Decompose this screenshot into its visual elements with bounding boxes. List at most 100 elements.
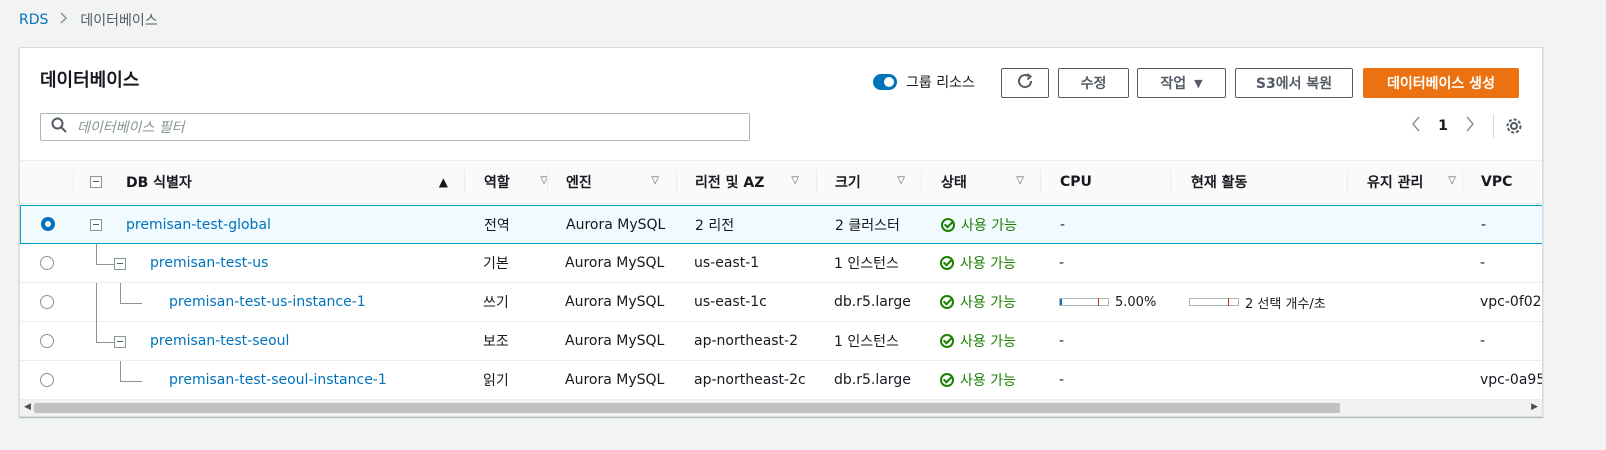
col-status-label: 상태 bbox=[941, 175, 967, 191]
sort-icon[interactable]: ▽ bbox=[1016, 175, 1024, 186]
col-maintenance-label: 유지 관리 bbox=[1367, 175, 1424, 191]
scroll-left-icon[interactable]: ◀ bbox=[24, 402, 31, 412]
breadcrumb-rds-link[interactable]: RDS bbox=[19, 12, 48, 28]
collapse-all-icon[interactable] bbox=[90, 176, 102, 188]
cpu-cell: 5.00% bbox=[1059, 283, 1156, 321]
tree-connector bbox=[120, 381, 142, 382]
status-cell: 사용 가능 bbox=[940, 244, 1016, 282]
col-role[interactable]: 역할 ▽ bbox=[484, 161, 566, 203]
tree-connector bbox=[96, 322, 97, 342]
tree-connector bbox=[96, 264, 114, 265]
activity-value: 2 선택 개수/초 bbox=[1245, 296, 1326, 312]
engine-cell: Aurora MySQL bbox=[565, 372, 665, 388]
table-row[interactable]: premisan-test-seoul 보조 Aurora MySQL ap-n… bbox=[20, 322, 1542, 361]
db-identifier-link[interactable]: premisan-test-seoul-instance-1 bbox=[169, 361, 387, 399]
db-identifier-link[interactable]: premisan-test-global bbox=[126, 206, 271, 244]
create-database-button[interactable]: 데이터베이스 생성 bbox=[1363, 68, 1519, 98]
vpc-cell: - bbox=[1481, 217, 1487, 233]
col-activity[interactable]: 현재 활동 bbox=[1191, 161, 1346, 203]
activity-cell: 2 선택 개수/초 bbox=[1189, 283, 1326, 321]
caret-down-icon: ▼ bbox=[1194, 76, 1203, 90]
sort-icon[interactable]: ▽ bbox=[651, 175, 659, 186]
scrollbar-thumb[interactable] bbox=[34, 403, 1340, 413]
engine-cell: Aurora MySQL bbox=[565, 255, 665, 271]
col-vpc[interactable]: VPC bbox=[1481, 161, 1541, 203]
tree-connector bbox=[96, 244, 97, 264]
table-row[interactable]: premisan-test-seoul-instance-1 읽기 Aurora… bbox=[20, 361, 1542, 400]
tree-connector bbox=[96, 283, 97, 322]
actions-button[interactable]: 작업 ▼ bbox=[1137, 68, 1226, 98]
tree-connector bbox=[120, 283, 121, 303]
row-radio[interactable] bbox=[40, 295, 54, 309]
breadcrumb-current: 데이터베이스 bbox=[80, 13, 158, 29]
size-cell: db.r5.large bbox=[834, 294, 911, 310]
status-ok-icon bbox=[941, 218, 955, 232]
actions-label: 작업 bbox=[1160, 76, 1187, 92]
current-page[interactable]: 1 bbox=[1427, 118, 1459, 134]
size-cell: 1 인스턴스 bbox=[834, 334, 899, 350]
col-db-identifier[interactable]: DB 식별자 ▲ bbox=[126, 161, 464, 203]
row-radio[interactable] bbox=[40, 256, 54, 270]
status-label: 사용 가능 bbox=[960, 373, 1016, 389]
scroll-right-icon[interactable]: ▶ bbox=[1531, 402, 1538, 412]
tree-connector bbox=[96, 342, 114, 343]
size-cell: 1 인스턴스 bbox=[834, 256, 899, 272]
db-identifier-link[interactable]: premisan-test-us-instance-1 bbox=[169, 283, 366, 321]
search-icon bbox=[51, 117, 67, 137]
status-ok-icon bbox=[940, 373, 954, 387]
cpu-minibar bbox=[1059, 298, 1109, 306]
role-cell: 기본 bbox=[483, 256, 509, 272]
search-input[interactable]: 데이터베이스 필터 bbox=[40, 113, 750, 141]
refresh-icon bbox=[1016, 72, 1034, 94]
col-status[interactable]: 상태 ▽ bbox=[941, 161, 1040, 203]
db-identifier-link[interactable]: premisan-test-seoul bbox=[150, 322, 289, 360]
status-label: 사용 가능 bbox=[961, 218, 1017, 234]
vpc-cell: - bbox=[1480, 255, 1486, 271]
pager-divider bbox=[1493, 114, 1494, 138]
cpu-cell: - bbox=[1060, 217, 1066, 233]
group-resources-toggle[interactable]: 그룹 리소스 bbox=[873, 72, 975, 92]
status-ok-icon bbox=[940, 256, 954, 270]
cpu-cell: - bbox=[1059, 255, 1065, 271]
col-cpu-label: CPU bbox=[1060, 174, 1092, 190]
sort-icon[interactable]: ▽ bbox=[791, 175, 799, 186]
collapse-icon[interactable] bbox=[114, 336, 126, 348]
collapse-icon[interactable] bbox=[90, 219, 102, 231]
settings-gear-icon[interactable] bbox=[1504, 116, 1524, 136]
next-page-icon[interactable] bbox=[1459, 116, 1481, 137]
col-maintenance[interactable]: 유지 관리 ▽ bbox=[1367, 161, 1462, 203]
table-row[interactable]: premisan-test-global 전역 Aurora MySQL 2 리… bbox=[20, 205, 1542, 244]
restore-from-s3-button[interactable]: S3에서 복원 bbox=[1235, 68, 1353, 98]
role-cell: 쓰기 bbox=[483, 295, 509, 311]
status-label: 사용 가능 bbox=[960, 295, 1016, 311]
status-ok-icon bbox=[940, 334, 954, 348]
toggle-switch[interactable] bbox=[873, 74, 897, 90]
db-identifier-link[interactable]: premisan-test-us bbox=[150, 244, 268, 282]
horizontal-scrollbar[interactable]: ◀ ▶ bbox=[20, 400, 1542, 416]
size-cell: db.r5.large bbox=[834, 372, 911, 388]
row-radio[interactable] bbox=[40, 373, 54, 387]
row-radio[interactable] bbox=[41, 217, 55, 231]
col-cpu[interactable]: CPU bbox=[1060, 161, 1170, 203]
sort-icon[interactable]: ▽ bbox=[1448, 175, 1456, 186]
databases-panel: 데이터베이스 그룹 리소스 수정 작업 ▼ S3에서 복원 데이터베이스 생성 … bbox=[19, 47, 1543, 417]
col-region-az[interactable]: 리전 및 AZ ▽ bbox=[695, 161, 815, 203]
collapse-icon[interactable] bbox=[114, 258, 126, 270]
prev-page-icon[interactable] bbox=[1405, 116, 1427, 137]
sort-icon[interactable]: ▽ bbox=[897, 175, 905, 186]
activity-minibar bbox=[1189, 298, 1239, 306]
col-size[interactable]: 크기 ▽ bbox=[835, 161, 921, 203]
refresh-button[interactable] bbox=[1001, 68, 1049, 98]
col-engine[interactable]: 엔진 ▽ bbox=[566, 161, 675, 203]
row-radio[interactable] bbox=[40, 334, 54, 348]
engine-cell: Aurora MySQL bbox=[565, 333, 665, 349]
sort-ascending-icon[interactable]: ▲ bbox=[439, 175, 448, 189]
size-cell: 2 클러스터 bbox=[835, 218, 900, 234]
modify-button[interactable]: 수정 bbox=[1058, 68, 1129, 98]
col-region-label: 리전 및 AZ bbox=[695, 175, 765, 191]
status-cell: 사용 가능 bbox=[940, 322, 1016, 360]
table-row[interactable]: premisan-test-us 기본 Aurora MySQL us-east… bbox=[20, 244, 1542, 283]
col-activity-label: 현재 활동 bbox=[1191, 175, 1248, 191]
table-row[interactable]: premisan-test-us-instance-1 쓰기 Aurora My… bbox=[20, 283, 1542, 322]
vpc-cell: vpc-0f02e bbox=[1480, 294, 1542, 310]
